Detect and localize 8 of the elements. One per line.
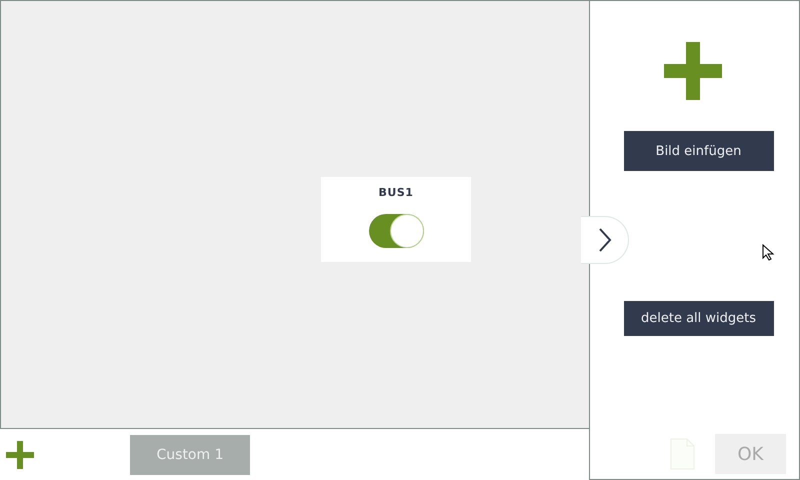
panel-button[interactable]: Bild einfügen	[624, 131, 774, 171]
chevron-right-icon	[598, 227, 612, 253]
plus-icon[interactable]	[662, 41, 722, 101]
add-icon[interactable]	[5, 440, 35, 470]
widget-title: BUS1	[378, 186, 414, 199]
panel-button[interactable]: delete all widgets	[624, 301, 774, 336]
expand-tab[interactable]	[581, 216, 629, 264]
toggle-switch[interactable]	[368, 214, 424, 248]
